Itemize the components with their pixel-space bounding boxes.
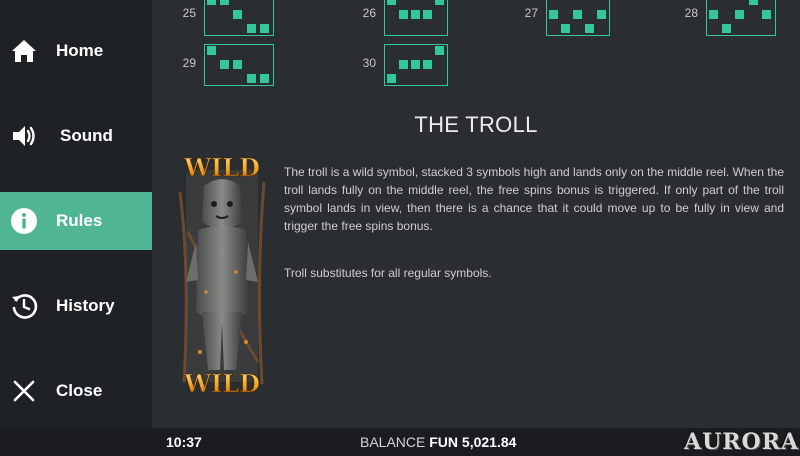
home-icon (12, 40, 36, 62)
payline-pattern-icon (546, 0, 610, 36)
payline-pattern-icon (204, 44, 274, 86)
sidebar-item-label: Sound (60, 126, 113, 145)
wild-label-top: WILD (183, 153, 260, 182)
speaker-icon (13, 126, 35, 146)
balance-currency: FUN (429, 434, 459, 450)
payline-number: 28 (684, 6, 698, 20)
sidebar-item-history[interactable]: History (0, 277, 152, 335)
info-icon (11, 208, 37, 234)
balance-value: 5,021.84 (461, 434, 517, 450)
payline-number: 26 (362, 6, 376, 20)
sidebar-item-label: History (56, 296, 115, 315)
balance-display: BALANCE FUN 5,021.84 (360, 434, 516, 450)
payline-pattern-icon (706, 0, 776, 36)
clock: 10:37 (166, 434, 202, 450)
sidebar-item-home[interactable]: Home (0, 22, 152, 80)
payline-number: 27 (524, 6, 538, 20)
payline-number: 29 (182, 56, 196, 70)
status-bar: 10:37 BALANCE FUN 5,021.84 AURORA (0, 428, 800, 456)
section-title: THE TROLL (414, 112, 538, 137)
troll-description: The troll is a wild symbol, stacked 3 sy… (284, 165, 784, 233)
payline-pattern-icon (384, 44, 448, 86)
payline-number: 25 (182, 6, 196, 20)
wild-label-bottom: WILD (183, 369, 260, 398)
game-logo: AURORA (684, 429, 800, 455)
sidebar-item-label: Rules (56, 211, 103, 230)
sidebar-menu: Home Sound Rules History Close (0, 0, 152, 428)
payline-number: 30 (362, 56, 376, 70)
sidebar-item-label: Home (56, 41, 104, 60)
rules-panel: 25 26 27 28 29 30 THE TROLL WILD WILD Th… (152, 0, 800, 428)
history-icon (12, 294, 38, 319)
sidebar-item-rules[interactable]: Rules (0, 192, 152, 250)
sidebar-item-sound[interactable]: Sound (0, 107, 152, 165)
sidebar-item-close[interactable]: Close (0, 362, 152, 420)
payline-pattern-icon (384, 0, 448, 36)
payline-pattern-icon (204, 0, 274, 36)
troll-substitute-note: Troll substitutes for all regular symbol… (284, 266, 492, 280)
troll-wild-symbol: WILD WILD (178, 153, 266, 398)
sidebar-item-label: Close (56, 381, 103, 400)
close-icon (13, 380, 35, 402)
balance-label: BALANCE (360, 434, 426, 450)
